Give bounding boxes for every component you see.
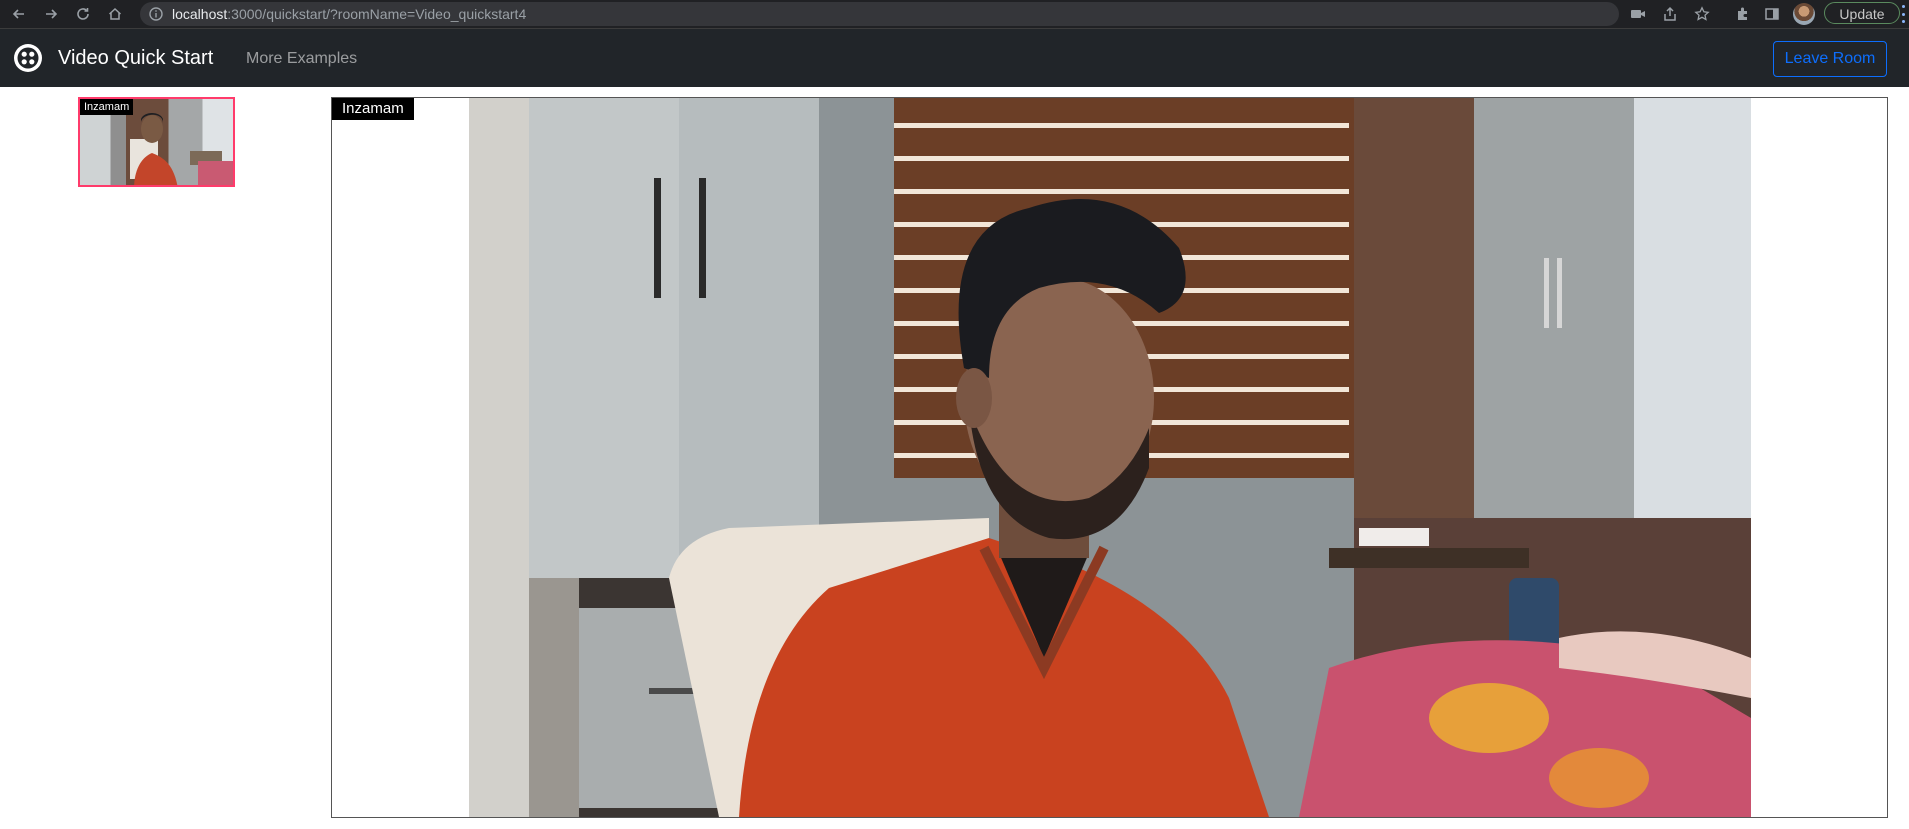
browser-menu-icon[interactable]: [1900, 5, 1906, 23]
main-participant-name: Inzamam: [332, 98, 414, 120]
site-info-icon[interactable]: [148, 6, 164, 27]
forward-icon[interactable]: [41, 4, 61, 24]
profile-avatar[interactable]: [1793, 3, 1815, 25]
app-navbar: Video Quick Start More Examples Leave Ro…: [0, 29, 1909, 87]
local-video-preview: Inzamam: [78, 97, 235, 187]
camera-in-use-icon[interactable]: [1628, 4, 1648, 24]
update-button[interactable]: Update: [1824, 2, 1900, 24]
url-host: localhost: [172, 6, 228, 22]
main-video-panel: Inzamam: [331, 97, 1888, 818]
leave-room-button[interactable]: Leave Room: [1773, 41, 1887, 77]
share-icon[interactable]: [1660, 4, 1680, 24]
twilio-logo-icon[interactable]: [13, 43, 43, 73]
reload-icon[interactable]: [73, 4, 93, 24]
home-icon[interactable]: [105, 4, 125, 24]
bookmark-star-icon[interactable]: [1692, 4, 1712, 24]
extensions-icon[interactable]: [1733, 4, 1753, 24]
back-icon[interactable]: [9, 4, 29, 24]
brand-name[interactable]: Video Quick Start: [58, 47, 213, 70]
browser-toolbar: localhost:3000/quickstart/?roomName=Vide…: [0, 0, 1909, 29]
more-examples-link[interactable]: More Examples: [246, 50, 357, 68]
local-participant-name: Inzamam: [80, 99, 134, 115]
main-video-feed: [469, 98, 1751, 817]
url-path: :3000/quickstart/?roomName=Video_quickst…: [227, 6, 527, 22]
url-text: localhost:3000/quickstart/?roomName=Vide…: [172, 6, 526, 22]
side-panel-icon[interactable]: [1762, 4, 1782, 24]
address-bar[interactable]: localhost:3000/quickstart/?roomName=Vide…: [140, 2, 1710, 27]
